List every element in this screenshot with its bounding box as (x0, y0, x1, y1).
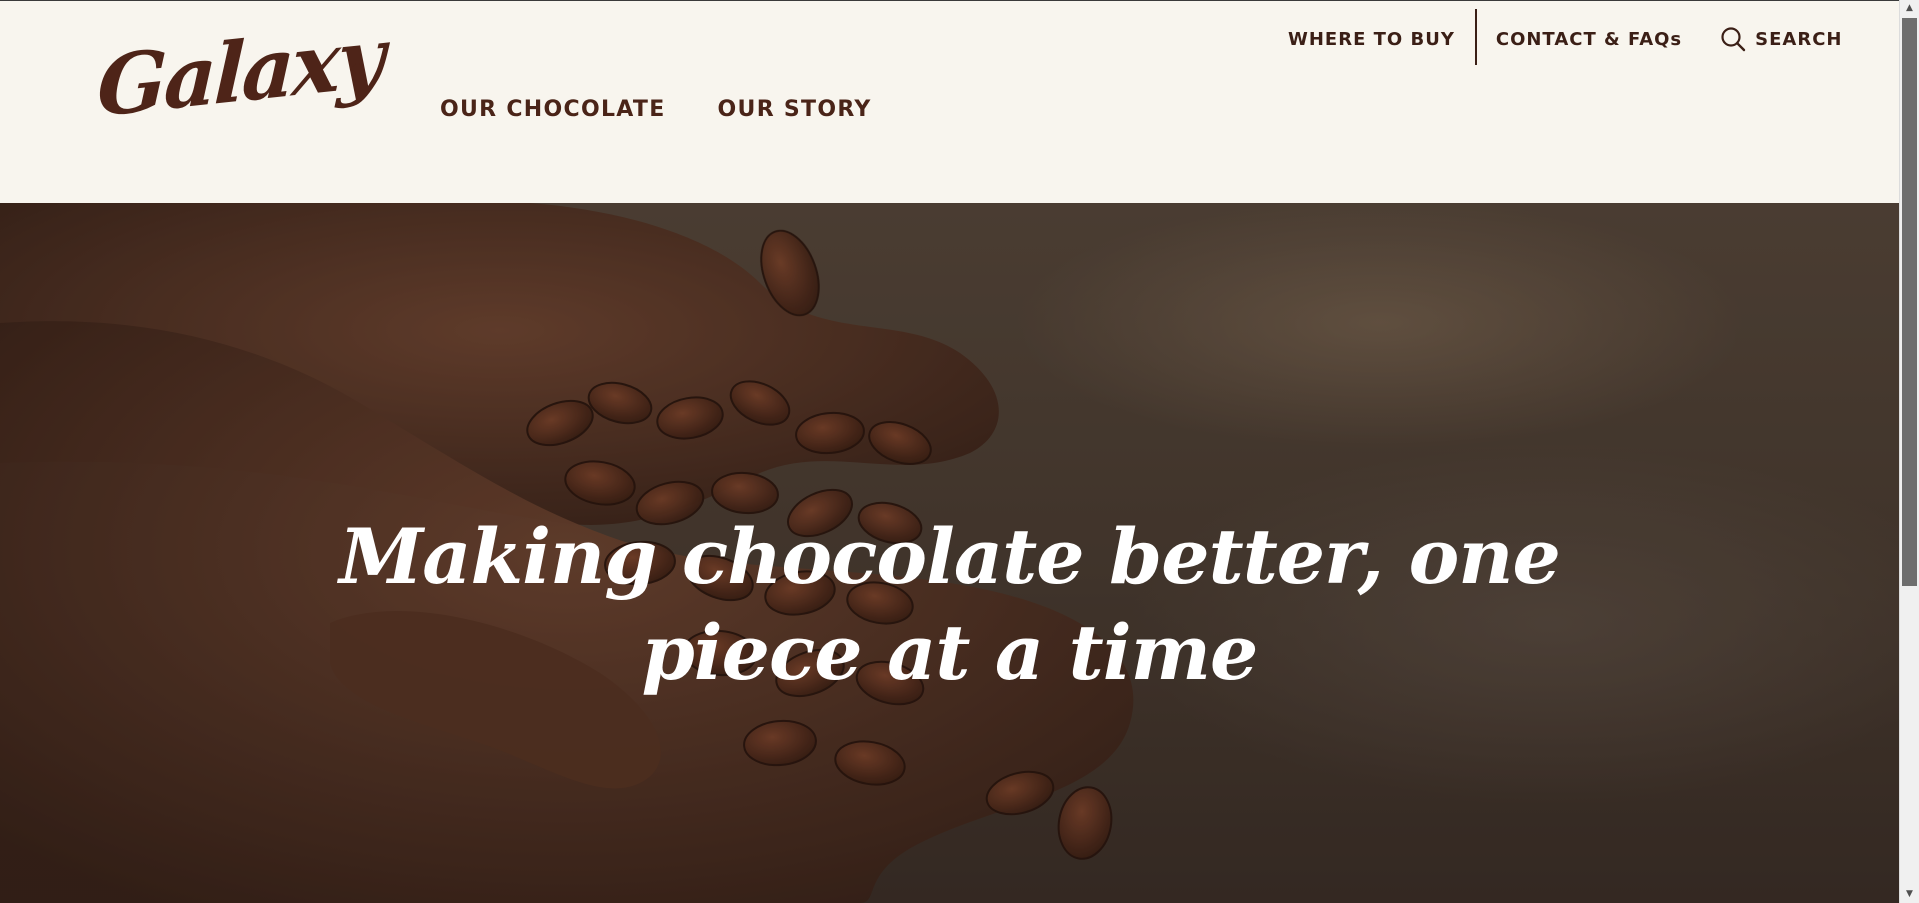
hero-title-line-2: piece at a time (641, 607, 1259, 697)
scroll-down-arrow-icon[interactable]: ▼ (1900, 886, 1919, 903)
main-nav: OUR CHOCOLATE OUR STORY (440, 97, 872, 122)
hero-title-line-1: Making chocolate better, one (339, 511, 1561, 601)
scroll-up-arrow-icon[interactable]: ▲ (1900, 0, 1919, 17)
hero-banner: Making chocolate better, one piece at a … (0, 203, 1899, 903)
scrollbar-thumb[interactable] (1902, 18, 1917, 586)
site-header: Galaxy OUR CHOCOLATE OUR STORY WHERE TO … (0, 0, 1899, 203)
nav-our-chocolate[interactable]: OUR CHOCOLATE (440, 97, 666, 122)
where-to-buy-link[interactable]: WHERE TO BUY (1288, 29, 1455, 50)
utility-nav-divider (1474, 9, 1477, 65)
page: Galaxy OUR CHOCOLATE OUR STORY WHERE TO … (0, 0, 1919, 903)
search-icon (1721, 27, 1746, 52)
search-label: SEARCH (1755, 28, 1843, 50)
galaxy-logo[interactable]: Galaxy (96, 9, 384, 165)
vertical-scrollbar[interactable]: ▲ ▼ (1899, 0, 1919, 903)
page-content: Galaxy OUR CHOCOLATE OUR STORY WHERE TO … (0, 0, 1899, 903)
registered-mark-icon (352, 63, 363, 74)
hero-title: Making chocolate better, one piece at a … (0, 509, 1899, 701)
search-button[interactable]: SEARCH (1720, 26, 1842, 52)
nav-our-story[interactable]: OUR STORY (718, 97, 872, 122)
contact-faqs-link[interactable]: CONTACT & FAQs (1496, 29, 1682, 50)
utility-nav: WHERE TO BUY CONTACT & FAQs SEARCH (1288, 9, 1842, 65)
logo-wordmark: Galaxy (95, 9, 384, 137)
